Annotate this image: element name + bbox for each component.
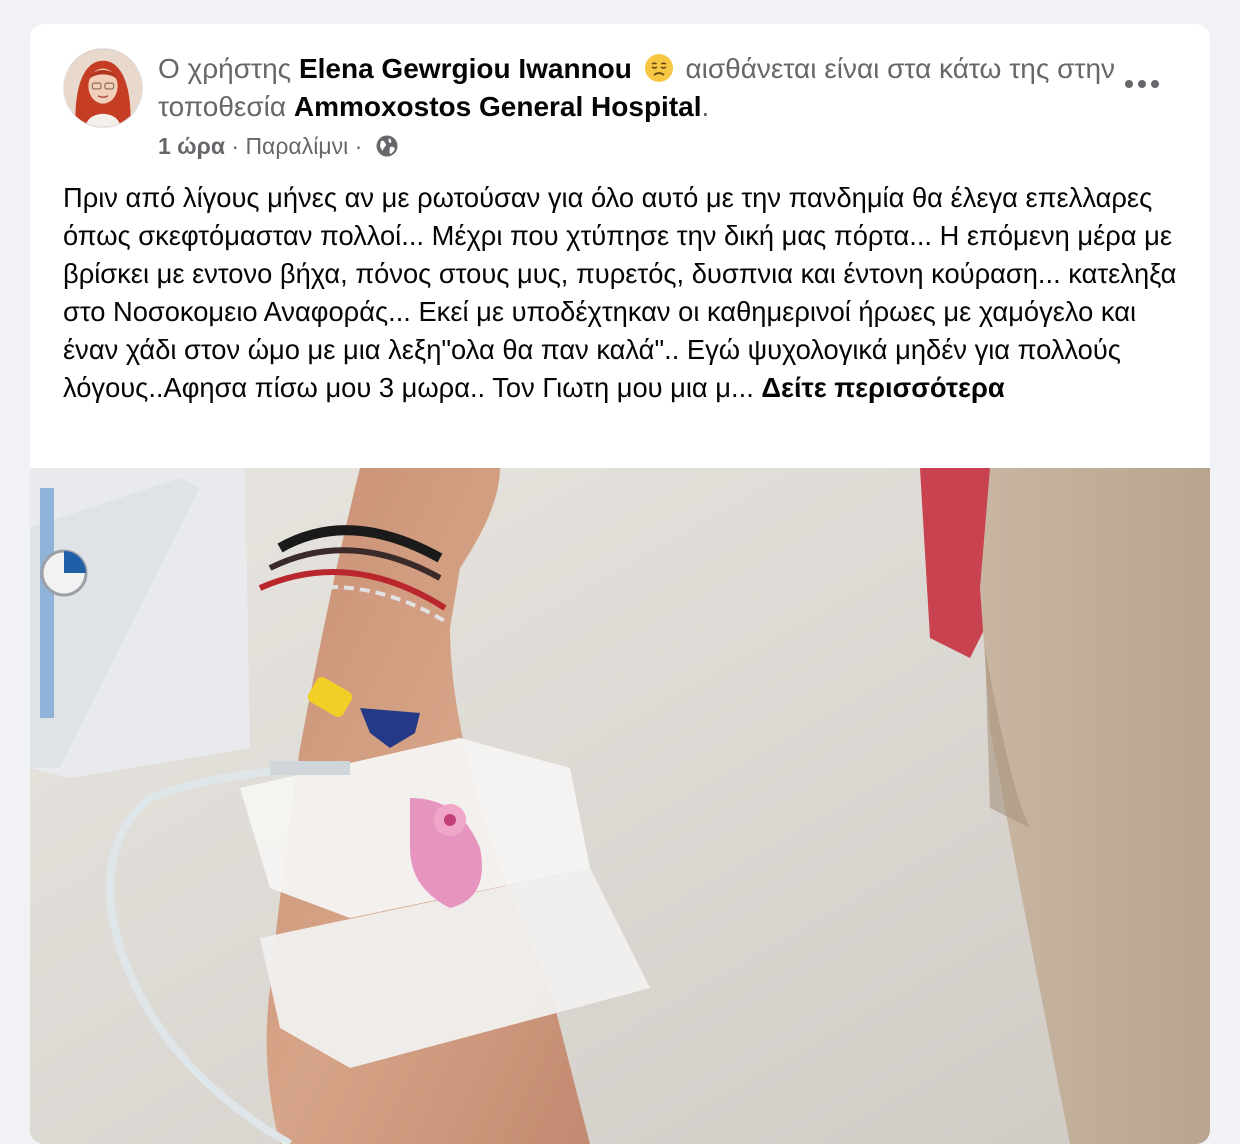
iv-arm-photo — [30, 468, 1210, 1144]
meta-separator: · — [224, 133, 246, 159]
post-place[interactable]: Παραλίμνι — [245, 133, 348, 159]
location-link[interactable]: Ammoxostos General Hospital — [294, 91, 702, 122]
post-header: Ο χρήστης Elena Gewrgiou Iwannou αισθάνε… — [30, 24, 1210, 174]
author-avatar[interactable] — [63, 48, 143, 128]
prefix-text: Ο χρήστης — [158, 53, 292, 84]
post-meta: 1 ώρα · Παραλίμνι · — [158, 131, 399, 161]
author-name[interactable]: Elena Gewrgiou Iwannou — [299, 53, 632, 84]
more-options-icon[interactable] — [1118, 66, 1166, 102]
post-photo[interactable] — [30, 468, 1210, 1144]
meta-dot: · — [348, 133, 369, 159]
post-card: Ο χρήστης Elena Gewrgiou Iwannou αισθάνε… — [30, 24, 1210, 1144]
post-body: Πριν από λίγους μήνες αν με ρωτούσαν για… — [63, 179, 1193, 407]
globe-icon[interactable] — [375, 134, 399, 158]
title-period: . — [701, 91, 710, 122]
downcast-face-emoji-icon — [644, 54, 673, 82]
post-time[interactable]: 1 ώρα — [158, 133, 225, 159]
post-title: Ο χρήστης Elena Gewrgiou Iwannou αισθάνε… — [158, 50, 1118, 126]
post-body-text: Πριν από λίγους μήνες αν με ρωτούσαν για… — [63, 182, 1177, 403]
see-more-link[interactable]: Δείτε περισσότερα — [761, 372, 1004, 403]
